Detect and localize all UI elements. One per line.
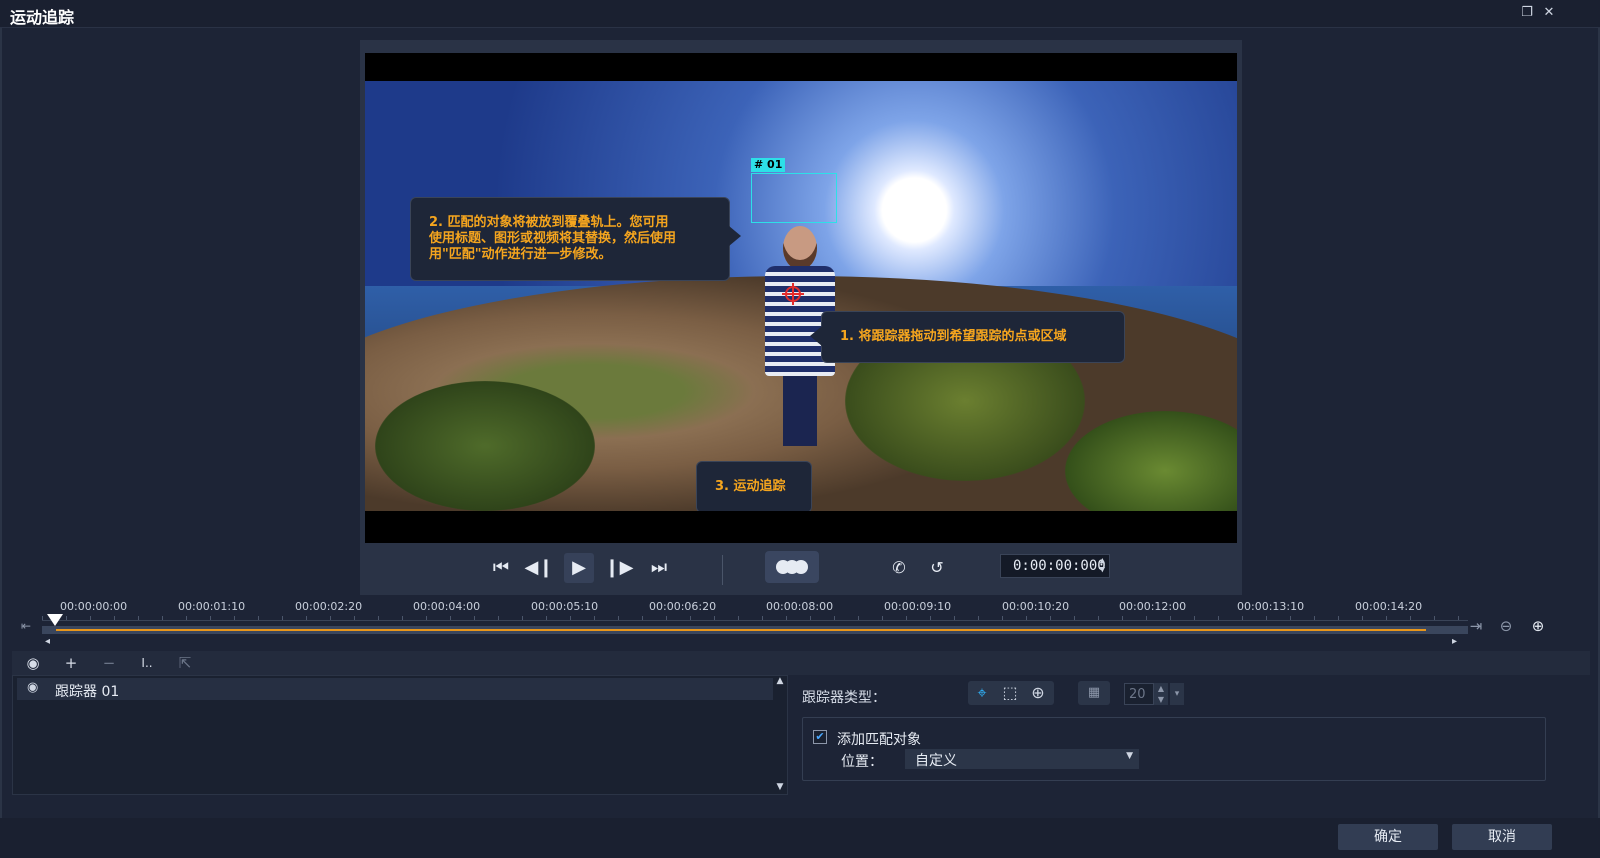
timecode-spinner[interactable]: ▲ ▼ — [1100, 557, 1105, 575]
timeline-track[interactable] — [42, 626, 1468, 634]
timecode-input[interactable]: 0:00:00:000 ▲ ▼ — [1000, 554, 1110, 578]
timeline-start-icon[interactable]: ⇤ — [18, 618, 34, 634]
position-select[interactable]: 自定义 ▼ — [905, 749, 1139, 769]
callout-drag-tracker: 1. 将跟踪器拖动到希望跟踪的点或区域 — [810, 311, 1125, 363]
video-preview[interactable]: # 01 2. 匹配的对象将被放到覆叠轨上。您可用 使用标题、图形或视频将其替换… — [365, 53, 1237, 543]
multi-point-tracker-icon[interactable]: ⊕ — [1028, 683, 1048, 703]
restore-icon[interactable]: ❐ — [1520, 6, 1534, 20]
tracker-type-group: ⌖ ⬚ ⊕ — [968, 681, 1054, 705]
eye-icon[interactable]: ◉ — [27, 680, 38, 695]
main-area: # 01 2. 匹配的对象将被放到覆叠轨上。您可用 使用标题、图形或视频将其替换… — [0, 28, 1600, 818]
go-to-start-icon[interactable]: ⏮ — [486, 553, 516, 583]
export-icon[interactable]: ⇱ — [176, 654, 194, 672]
eye-icon[interactable]: ◉ — [24, 654, 42, 672]
trim-start-marker[interactable]: ◂ — [45, 636, 50, 647]
timeline-tick-label: 00:00:08:00 — [766, 600, 834, 613]
tracker-type-label: 跟踪器类型： — [802, 690, 886, 706]
close-icon[interactable]: ✕ — [1542, 6, 1556, 20]
timeline-tick-label: 00:00:10:20 — [1002, 600, 1070, 613]
timeline-tick-label: 00:00:01:10 — [178, 600, 246, 613]
tracker-properties: 跟踪器类型： ⌖ ⬚ ⊕ ▦ 20 ▲ ▼ ▾ ✔ 添加匹配对象 位置： 自定义 … — [790, 675, 1590, 795]
timeline-tick-label: 00:00:14:20 — [1355, 600, 1423, 613]
timeline-tick-label: 00:00:05:10 — [531, 600, 599, 613]
size-dropdown-icon[interactable]: ▾ — [1170, 683, 1184, 705]
zoom-out-icon[interactable]: ⊖ — [1498, 618, 1514, 634]
scroll-down-icon[interactable]: ▼ — [774, 782, 786, 792]
add-match-label: 添加匹配对象 — [837, 732, 921, 748]
cancel-button[interactable]: 取消 — [1452, 824, 1552, 850]
add-tracker-icon[interactable]: + — [62, 654, 80, 672]
match-object-group: ✔ 添加匹配对象 位置： 自定义 ▼ — [802, 717, 1546, 781]
previous-frame-icon[interactable]: ◀❙ — [524, 553, 554, 583]
phone-icon[interactable]: ✆ — [884, 553, 914, 583]
tracker-crosshair-icon[interactable] — [782, 283, 804, 305]
point-tracker-icon[interactable]: ⌖ — [972, 683, 992, 703]
remove-tracker-icon[interactable]: − — [100, 654, 118, 672]
preview-panel: # 01 2. 匹配的对象将被放到覆叠轨上。您可用 使用标题、图形或视频将其替换… — [360, 40, 1242, 595]
timeline: ⇤ 00:00:00:00 00:00:01:10 00:00:02:20 00:00… — [2, 598, 1598, 648]
tracker-tag: # 01 — [751, 158, 786, 172]
tracker-list: ◉ 跟踪器 01 ▲ ▼ — [12, 675, 788, 795]
video-frame: # 01 2. 匹配的对象将被放到覆叠轨上。您可用 使用标题、图形或视频将其替换… — [365, 81, 1237, 511]
playback-controls: ⏮ ◀❙ ▶ ❙▶ ⏭ ✆ ↺ 0:00:00:000 ▲ ▼ — [360, 543, 1242, 595]
callout-match-object: 2. 匹配的对象将被放到覆叠轨上。您可用 使用标题、图形或视频将其替换，然后使用… — [410, 197, 741, 281]
play-icon[interactable]: ▶ — [564, 553, 594, 583]
timeline-ruler — [42, 616, 1468, 621]
go-to-end-icon[interactable]: ⏭ — [644, 553, 674, 583]
timeline-end-icon[interactable]: ⇥ — [1468, 618, 1484, 634]
timeline-tick-label: 00:00:06:20 — [649, 600, 717, 613]
chevron-down-icon: ▼ — [1126, 751, 1133, 761]
history-icon[interactable]: ↺ — [922, 553, 952, 583]
ok-button[interactable]: 确定 — [1338, 824, 1438, 850]
match-object-box[interactable] — [751, 173, 837, 223]
timeline-tick-label: 00:00:00:00 — [60, 600, 128, 613]
scroll-up-icon[interactable]: ▲ — [774, 676, 786, 686]
tracker-toolbar: ◉ + − I.. ⇱ — [12, 651, 1590, 675]
timeline-tick-label: 00:00:12:00 — [1119, 600, 1187, 613]
window-title: 运动追踪 — [10, 8, 75, 27]
timeline-tick-label: 00:00:04:00 — [413, 600, 481, 613]
add-match-checkbox[interactable]: ✔ — [813, 730, 827, 744]
list-item[interactable]: ◉ 跟踪器 01 — [17, 678, 773, 700]
callout-motion-track: 3. 运动追踪 — [696, 461, 812, 511]
area-tracker-icon[interactable]: ⬚ — [1000, 683, 1020, 703]
playhead[interactable] — [47, 614, 63, 626]
next-frame-icon[interactable]: ❙▶ — [604, 553, 634, 583]
mosaic-icon[interactable]: ▦ — [1078, 681, 1110, 705]
size-input[interactable]: 20 — [1124, 683, 1154, 705]
rename-tracker-icon[interactable]: I.. — [138, 654, 156, 672]
footer: 确定 取消 — [0, 818, 1600, 858]
position-label: 位置： — [841, 754, 883, 770]
zoom-in-icon[interactable]: ⊕ — [1530, 618, 1546, 634]
tracker-name: 跟踪器 01 — [55, 684, 120, 700]
size-spinner[interactable]: ▲ ▼ — [1154, 683, 1168, 705]
timeline-tick-label: 00:00:13:10 — [1237, 600, 1305, 613]
motion-track-button[interactable] — [765, 551, 819, 583]
timeline-tick-label: 00:00:02:20 — [295, 600, 363, 613]
trim-end-marker[interactable]: ▸ — [1452, 636, 1457, 647]
timeline-tick-label: 00:00:09:10 — [884, 600, 952, 613]
title-bar: 运动追踪 ❐ ✕ — [0, 0, 1600, 28]
timeline-progress — [56, 629, 1426, 631]
